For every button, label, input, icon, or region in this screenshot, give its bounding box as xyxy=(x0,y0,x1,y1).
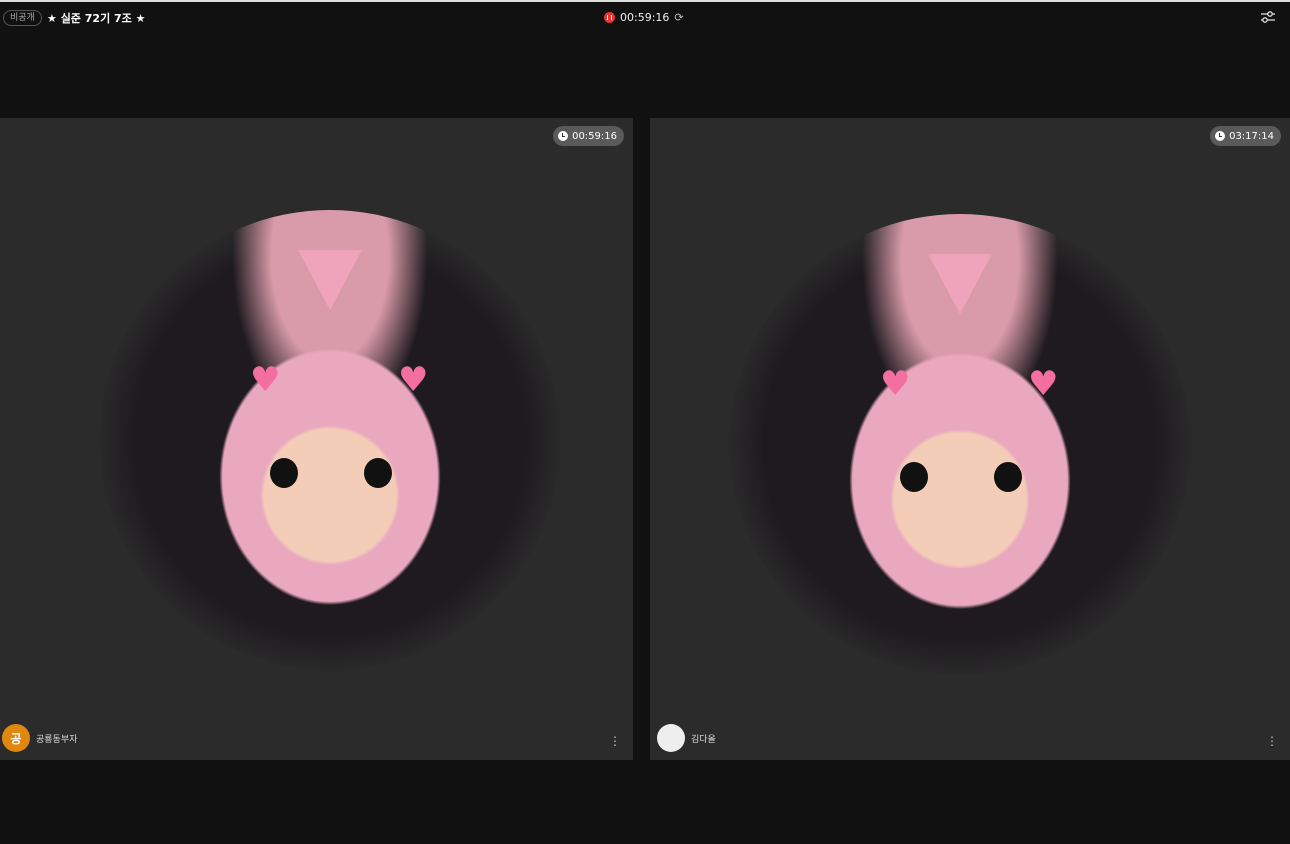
video-tile[interactable]: 00:59:16 ♥ ♥ 공 공룡동부자 ⋮ xyxy=(0,118,633,760)
eye xyxy=(900,462,928,492)
avatar: 공 xyxy=(2,724,30,752)
timer-value: 03:17:14 xyxy=(1229,130,1274,142)
profile-image: ♥ ♥ xyxy=(100,210,560,670)
recording-status: 00:59:16 ⟳ xyxy=(604,11,684,24)
visibility-badge: 비공개 xyxy=(3,10,42,26)
more-options-icon[interactable]: ⋮ xyxy=(609,734,621,748)
participant-info: 공 공룡동부자 xyxy=(2,724,77,752)
clock-icon xyxy=(1215,131,1226,141)
participant-info: 김다올 xyxy=(657,724,716,752)
participant-name: 공룡동부자 xyxy=(36,734,78,745)
room-title: ★ 실준 72기 7조 ★ xyxy=(47,12,146,25)
eye xyxy=(364,458,392,488)
profile-image: ♥ ♥ xyxy=(730,214,1190,674)
recording-time: 00:59:16 xyxy=(620,11,670,24)
antenna-shape xyxy=(928,254,992,314)
heart-clip: ♥ xyxy=(1028,364,1059,404)
video-tile[interactable]: 03:17:14 ♥ ♥ 김다올 ⋮ xyxy=(650,118,1290,760)
avatar xyxy=(657,724,685,752)
pause-record-icon[interactable] xyxy=(604,12,615,23)
more-options-icon[interactable]: ⋮ xyxy=(1266,734,1278,748)
participant-name: 김다올 xyxy=(691,734,716,745)
timer-value: 00:59:16 xyxy=(572,130,617,142)
antenna-shape xyxy=(298,250,362,310)
heart-clip: ♥ xyxy=(250,360,281,400)
eye xyxy=(994,462,1022,492)
heart-clip: ♥ xyxy=(880,364,911,404)
top-bar: 비공개 ★ 실준 72기 7조 ★ 00:59:16 ⟳ xyxy=(0,0,1290,34)
clock-icon xyxy=(558,131,569,141)
timer-badge: 00:59:16 xyxy=(553,126,624,146)
timer-badge: 03:17:14 xyxy=(1210,126,1281,146)
eye xyxy=(270,458,298,488)
refresh-icon[interactable]: ⟳ xyxy=(674,11,683,24)
settings-sliders-icon[interactable] xyxy=(1260,10,1276,24)
heart-clip: ♥ xyxy=(398,360,429,400)
